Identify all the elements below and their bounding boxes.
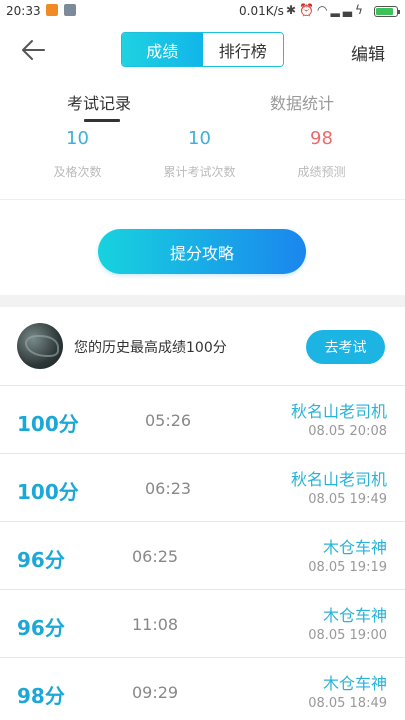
tab-leaderboard[interactable]: 排行榜 (202, 33, 283, 66)
stat-value: 98 (310, 128, 333, 149)
network-speed: 0.01K/s (239, 4, 284, 18)
record-date: 08.05 19:00 (308, 628, 387, 643)
record-score: 96分 (17, 548, 65, 572)
divider (0, 199, 405, 200)
stat-label: 成绩预测 (297, 165, 346, 179)
avatar (17, 323, 63, 369)
tab-scores[interactable]: 成绩 (122, 33, 203, 66)
status-bar: 20:33 0.01K/s ✱⏰◠▂▃ϟ (0, 0, 405, 22)
record-date: 08.05 20:08 (308, 424, 387, 439)
take-exam-button[interactable]: 去考试 (306, 330, 385, 364)
notification-app-icon (46, 4, 58, 16)
list-item[interactable]: 96分 11:08 木仓车神 08.05 19:00 (0, 589, 405, 657)
stat-total-exams: 10 累计考试次数 (132, 124, 267, 180)
battery-fill (376, 8, 393, 15)
list-item[interactable]: 100分 05:26 秋名山老司机 08.05 20:08 (0, 385, 405, 453)
record-score: 96分 (17, 616, 65, 640)
stat-value: 10 (66, 128, 89, 149)
record-nickname: 木仓车神 (322, 606, 387, 625)
record-duration: 05:26 (145, 411, 192, 430)
status-icons: ✱⏰◠▂▃ϟ (286, 3, 366, 17)
arrow-left-icon (22, 40, 45, 60)
record-date: 08.05 18:49 (308, 696, 387, 711)
wifi-icon: ◠ (317, 3, 331, 17)
record-nickname: 秋名山老司机 (290, 402, 387, 421)
record-date: 08.05 19:19 (308, 560, 387, 575)
bluetooth-icon: ✱ (286, 3, 300, 17)
record-duration: 11:08 (132, 615, 179, 634)
section-divider (0, 295, 405, 307)
edit-button[interactable]: 编辑 (351, 40, 385, 65)
best-score-row: 您的历史最高成绩100分 去考试 (0, 307, 405, 385)
record-score: 100分 (17, 480, 79, 504)
score-tips-button[interactable]: 提分攻略 (98, 229, 306, 274)
battery-icon (374, 6, 400, 17)
stat-label: 及格次数 (53, 165, 102, 179)
record-nickname: 秋名山老司机 (290, 470, 387, 489)
stats-panel: 10 及格次数 10 累计考试次数 98 成绩预测 (0, 124, 405, 184)
record-duration: 06:25 (132, 547, 179, 566)
segmented-control: 成绩 排行榜 (121, 32, 284, 67)
stat-score-prediction: 98 成绩预测 (254, 124, 389, 180)
subtab-statistics[interactable]: 数据统计 (270, 90, 334, 114)
stat-label: 累计考试次数 (163, 165, 236, 179)
best-score-text: 您的历史最高成绩100分 (74, 340, 227, 356)
list-item[interactable]: 100分 06:23 秋名山老司机 08.05 19:49 (0, 453, 405, 521)
header: 成绩 排行榜 编辑 (0, 22, 405, 78)
alarm-icon: ⏰ (299, 3, 318, 17)
list-item[interactable]: 98分 09:29 木仓车神 08.05 18:49 (0, 657, 405, 720)
status-time: 20:33 (6, 4, 41, 18)
record-nickname: 木仓车神 (322, 674, 387, 693)
record-nickname: 木仓车神 (322, 538, 387, 557)
list-item[interactable]: 96分 06:25 木仓车神 08.05 19:19 (0, 521, 405, 589)
back-button[interactable] (18, 36, 50, 64)
subtab-indicator (84, 119, 120, 122)
record-duration: 09:29 (132, 683, 179, 702)
exam-record-list: 100分 05:26 秋名山老司机 08.05 20:08 100分 06:23… (0, 385, 405, 720)
subtab-exam-records[interactable]: 考试记录 (67, 90, 131, 114)
record-score: 98分 (17, 684, 65, 708)
record-duration: 06:23 (145, 479, 192, 498)
subtabs: 考试记录 数据统计 (0, 78, 405, 200)
charging-icon: ϟ (354, 3, 366, 17)
notification-calculator-icon (64, 4, 76, 16)
record-date: 08.05 19:49 (308, 492, 387, 507)
stat-value: 10 (188, 128, 211, 149)
signal-icon: ▂▃ (330, 3, 355, 17)
record-score: 100分 (17, 412, 79, 436)
stat-pass-count: 10 及格次数 (10, 124, 145, 180)
